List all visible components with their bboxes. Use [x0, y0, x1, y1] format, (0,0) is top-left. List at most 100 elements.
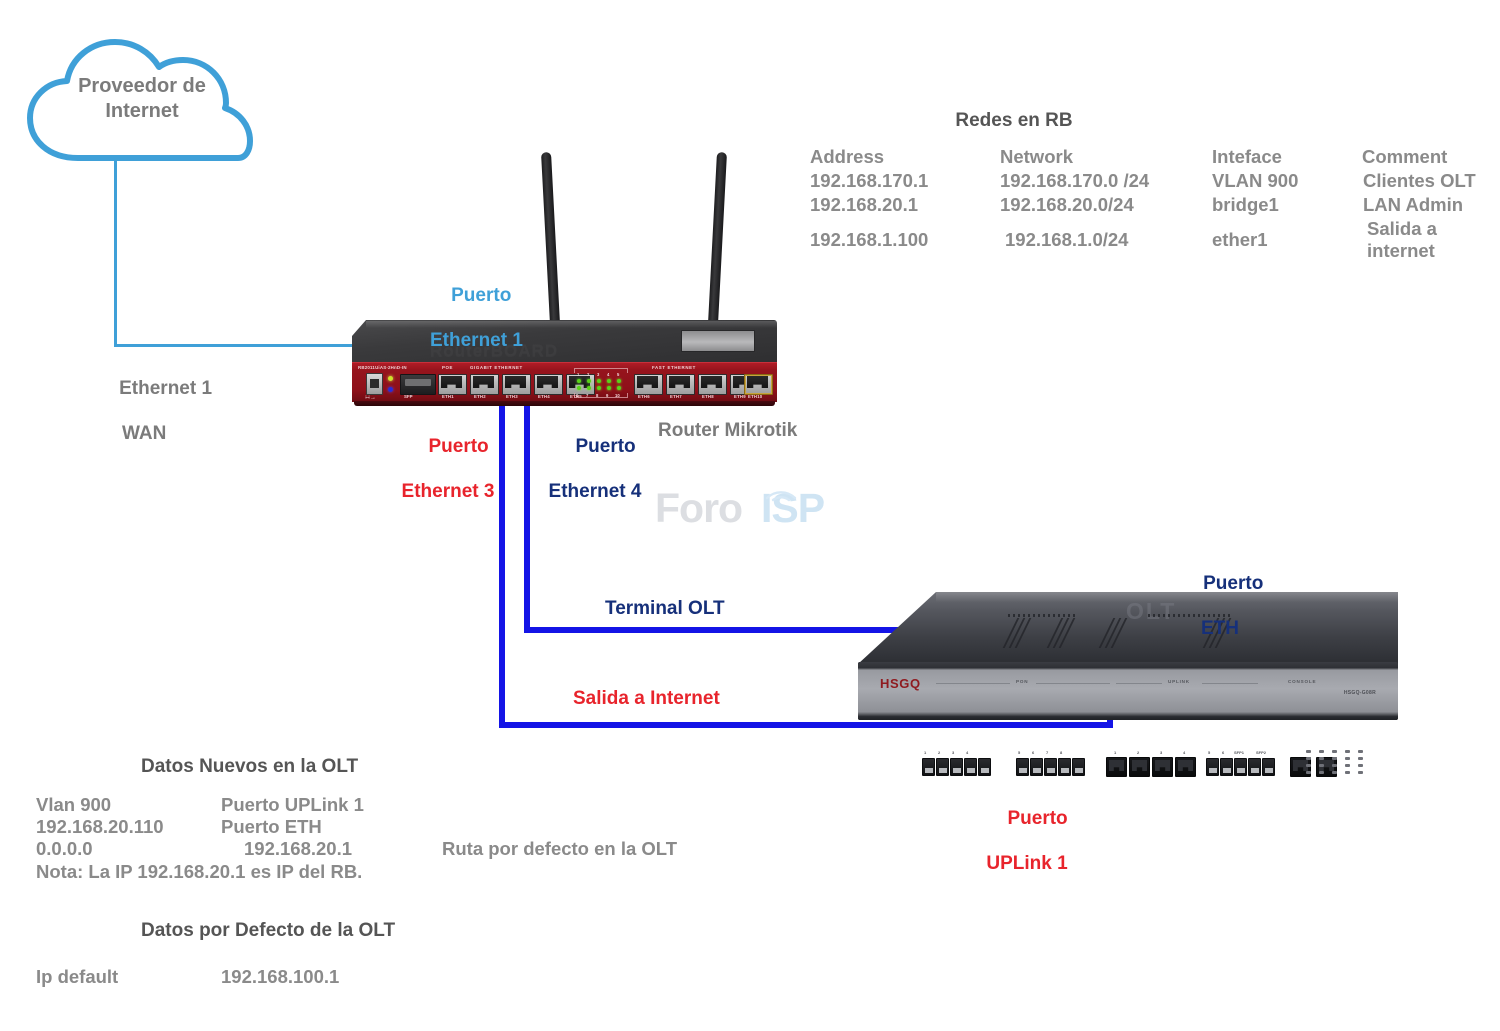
cable-terminal-olt-drop — [524, 390, 530, 633]
cell-comment: Clientes OLT — [1363, 170, 1476, 191]
olt-uplink-sfp-2[interactable] — [1220, 758, 1233, 776]
puerto-eth1-line1: Puerto — [451, 285, 512, 307]
puerto-eth4-line2: Ethernet 4 — [548, 481, 642, 503]
cell-ip-default-label: Ip default — [36, 966, 119, 987]
olt-uplink-port-2[interactable] — [1129, 757, 1150, 777]
olt-pon-port-6[interactable] — [1016, 758, 1029, 776]
router-port-eth7[interactable] — [666, 374, 695, 395]
olt-pon-port-5[interactable] — [978, 758, 991, 776]
cell-network: 192.168.20.0/24 — [1000, 194, 1134, 215]
olt-pon-port-10[interactable] — [1072, 758, 1085, 776]
olt-brand-logo: HSGQ — [880, 676, 921, 691]
olt-uplink-sfp-5[interactable] — [1262, 758, 1275, 776]
olt-uplink-port-3[interactable] — [1152, 757, 1173, 777]
cell-comment: Salida a internet — [1367, 218, 1437, 261]
cell-note — [426, 816, 677, 838]
diagram-canvas: Proveedor de Internet Ethernet 1 WAN Red… — [0, 0, 1500, 1031]
olt-pon-number-5: 5 — [1018, 750, 1021, 755]
olt-pon-port-2[interactable] — [936, 758, 949, 776]
datos-defecto-table: Ip default 192.168.100.1 — [36, 966, 339, 988]
label-puerto-ethernet-4: Puerto Ethernet 4 — [543, 414, 647, 548]
table-row: Ip default 192.168.100.1 — [36, 966, 339, 988]
olt-uplink-number-4: 4 — [1183, 750, 1186, 755]
cell-inteface: bridge1 — [1212, 194, 1279, 215]
router-section-fast: FAST ETHERNET — [652, 365, 696, 370]
router-top-gloss — [366, 321, 777, 328]
wan-label-line2: WAN — [122, 423, 167, 445]
olt-pon-number-3: 3 — [952, 750, 955, 755]
router-port-label-eth8: ETH8 — [702, 394, 714, 399]
router-port-eth8[interactable] — [698, 374, 727, 395]
olt-pon-port-3[interactable] — [950, 758, 963, 776]
datos-nuevos-nota: Nota: La IP 192.168.20.1 es IP del RB. — [36, 861, 363, 882]
cell-network: 192.168.170.0 /24 — [1000, 170, 1150, 191]
router-front-panel: RB2011UiAS-2HnD-IN GIGABIT ETHERNET FAST… — [352, 362, 777, 402]
router-top-shell: MIKROTIK RouterBOARD — [352, 320, 777, 362]
puerto-eth1-line2: Ethernet 1 — [430, 330, 523, 352]
olt-uplink-number-3: 3 — [1160, 750, 1163, 755]
cell-port: Puerto UPLink 1 — [221, 794, 364, 815]
puerto-eth4-line1: Puerto — [575, 436, 636, 458]
led-number-7: 7 — [586, 393, 589, 398]
led-number-2: 2 — [587, 372, 590, 377]
hsgq-olt-device[interactable]: OLT HSGQ HSGQ-G08R PON UPLINK CONSOLE 1 … — [858, 592, 1398, 777]
router-port-label-eth7: ETH7 — [670, 394, 682, 399]
olt-uplink-sfp-4[interactable] — [1248, 758, 1261, 776]
usb-icon: ∺→ — [365, 395, 377, 401]
puerto-eth3-line1: Puerto — [428, 436, 489, 458]
olt-pon-port-9[interactable] — [1058, 758, 1071, 776]
datos-nuevos-title: Datos Nuevos en la OLT — [141, 756, 359, 777]
router-led-matrix: 1 2 3 4 5 6 7 8 9 10 — [574, 368, 628, 398]
cell-address: 192.168.1.100 — [810, 229, 929, 250]
olt-pon-number-6: 6 — [1032, 750, 1035, 755]
olt-pon-port-8[interactable] — [1044, 758, 1057, 776]
datos-defecto-title: Datos por Defecto de la OLT — [141, 920, 396, 941]
label-terminal-olt: Terminal OLT — [605, 598, 725, 619]
cell-vlan: Vlan 900 — [36, 794, 112, 815]
olt-pon-port-7[interactable] — [1030, 758, 1043, 776]
led-number-5: 5 — [617, 372, 620, 377]
redes-rb-header-comment: Comment — [1362, 146, 1448, 167]
olt-uplink-number-5: 5 — [1208, 750, 1211, 755]
router-port-eth6[interactable] — [634, 374, 663, 395]
wan-wire-vertical — [114, 150, 117, 346]
table-row: 0.0.0.0 192.168.20.1 Ruta por defecto en… — [36, 838, 677, 860]
router-port-eth4[interactable] — [534, 374, 563, 395]
olt-top-shell: OLT — [858, 592, 1398, 664]
cell-gateway: 192.168.20.1 — [244, 838, 353, 859]
redes-rb-header-inteface: Inteface — [1212, 146, 1282, 167]
redes-rb-header-network: Network — [1000, 146, 1073, 167]
cell-route-note: Ruta por defecto en la OLT — [442, 838, 678, 859]
olt-uplink-number-6: 6 — [1222, 750, 1225, 755]
cell-address: 192.168.20.1 — [810, 194, 919, 215]
olt-uplink-sfp-3[interactable] — [1234, 758, 1247, 776]
olt-pon-port-1[interactable] — [922, 758, 935, 776]
router-port-label-eth6: ETH6 — [638, 394, 650, 399]
datos-defecto-block: Datos por Defecto de la OLT Ip default 1… — [36, 920, 736, 988]
wan-label-line1: Ethernet 1 — [119, 378, 213, 400]
cell-note — [426, 794, 677, 816]
redes-rb-header-address: Address — [810, 146, 885, 167]
led-number-8: 8 — [596, 393, 599, 398]
label-puerto-ethernet-3: Puerto Ethernet 3 — [398, 414, 498, 548]
olt-uplink-port-4[interactable] — [1175, 757, 1196, 777]
label-ethernet1-wan: Ethernet 1 WAN — [98, 356, 212, 490]
led-number-3: 3 — [597, 372, 600, 377]
datos-nuevos-table: Vlan 900 Puerto UPLink 1 192.168.20.110 … — [36, 794, 677, 860]
olt-pon-port-4[interactable] — [964, 758, 977, 776]
olt-pon-number-4: 4 — [966, 750, 969, 755]
table-row: 192.168.170.1 192.168.170.0 /24 VLAN 900… — [810, 169, 1500, 193]
olt-uplink-sfp-1[interactable] — [1206, 758, 1219, 776]
olt-pon-number-1: 1 — [924, 750, 927, 755]
puerto-uplink-line2: UPLink 1 — [986, 853, 1068, 875]
olt-uplink-port-1[interactable] — [1106, 757, 1127, 777]
watermark-foro: Foro — [655, 485, 743, 531]
router-port-eth10[interactable] — [744, 374, 773, 395]
label-puerto-eth: Puerto ETH — [1182, 551, 1263, 685]
usb-port[interactable] — [366, 373, 383, 395]
olt-status-led-grid — [1306, 750, 1372, 778]
mikrotik-router[interactable]: MIKROTIK RouterBOARD RB2011UiAS-2HnD-IN … — [352, 151, 777, 410]
puerto-eth-line2: ETH — [1201, 618, 1239, 640]
label-salida-a-internet: Salida a Internet — [573, 688, 720, 709]
olt-model-text: HSGQ-G08R — [1343, 690, 1376, 696]
